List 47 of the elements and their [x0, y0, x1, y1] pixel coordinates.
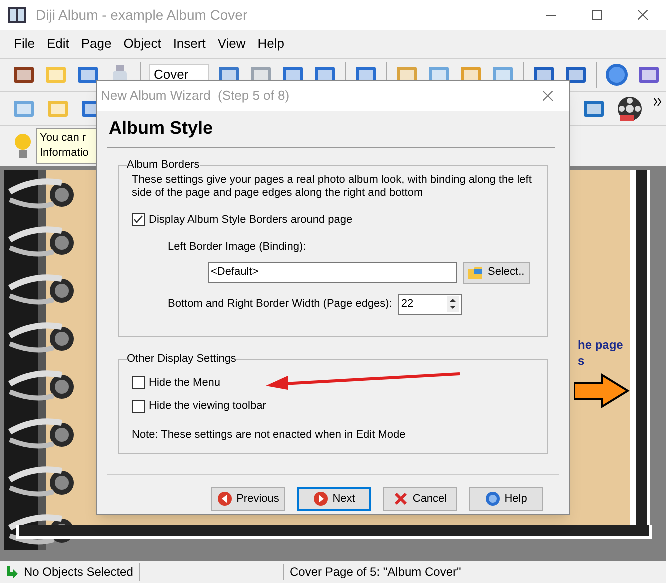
lightbulb-icon	[14, 132, 32, 160]
group-label: Album Borders	[127, 158, 200, 173]
app-icon	[8, 7, 26, 23]
window-title: Diji Album - example Album Cover	[36, 6, 248, 25]
close-icon[interactable]	[638, 10, 648, 20]
checkbox-label: Display Album Style Borders around page	[149, 212, 353, 228]
cross-icon	[392, 491, 409, 507]
dialog-button[interactable]: Next	[297, 487, 371, 511]
tip-text: You can r	[40, 131, 88, 146]
help-icon[interactable]	[605, 63, 629, 87]
menu-item[interactable]: Help	[252, 34, 291, 54]
checkbox-label: Hide the Menu	[149, 376, 221, 390]
menu-item[interactable]: View	[212, 34, 252, 54]
chevron-icon[interactable]	[654, 98, 662, 106]
checkbox[interactable]	[132, 213, 145, 226]
arrow-drawing	[574, 372, 630, 408]
menu-item[interactable]: Object	[118, 34, 168, 54]
note-text: Note: These settings are not enacted when in Edit Mode	[131, 428, 407, 442]
status-text: Cover Page of 5: "Album Cover"	[289, 564, 462, 581]
menu-item[interactable]: Page	[75, 34, 118, 54]
spin-arrows-icon[interactable]	[447, 296, 460, 312]
checkbox[interactable]	[132, 376, 145, 390]
status-text: No Objects Selected	[24, 564, 134, 581]
close-icon[interactable]	[543, 91, 553, 101]
field-label: Bottom and Right Border Width (Page edges):	[168, 296, 392, 312]
dialog-button[interactable]: Help	[469, 487, 543, 511]
page-text: he page	[578, 336, 624, 352]
menu-item[interactable]: Edit	[40, 34, 76, 54]
description-text: These settings give your pages a real photo album look, with binding along the left side of the page and page edges along the right and bottom	[131, 174, 533, 200]
checkbox-label: Hide the viewing toolbar	[149, 399, 266, 414]
help-icon	[484, 491, 501, 507]
menu-item[interactable]: File	[8, 34, 41, 54]
dialog-title: New Album Wizard (Step 5 of 8)	[101, 87, 290, 106]
film-reel-icon[interactable]	[616, 94, 644, 122]
dialog-button[interactable]: Cancel	[383, 487, 457, 511]
group-label: Other Display Settings	[127, 352, 236, 367]
menu-item[interactable]: Insert	[167, 34, 212, 54]
field-label: Left Border Image (Binding):	[168, 240, 308, 255]
checkbox[interactable]	[132, 400, 145, 413]
width-spinner[interactable]: 22	[398, 294, 462, 314]
page-text: s	[578, 352, 586, 368]
dialog-button[interactable]: Previous	[211, 487, 285, 511]
tip-text: Informatio	[40, 146, 90, 161]
select-button[interactable]: Select..	[463, 262, 530, 284]
dialog-heading: Album Style	[108, 117, 214, 140]
image-field[interactable]: <Default>	[208, 262, 457, 283]
arrow-icon	[4, 564, 20, 580]
